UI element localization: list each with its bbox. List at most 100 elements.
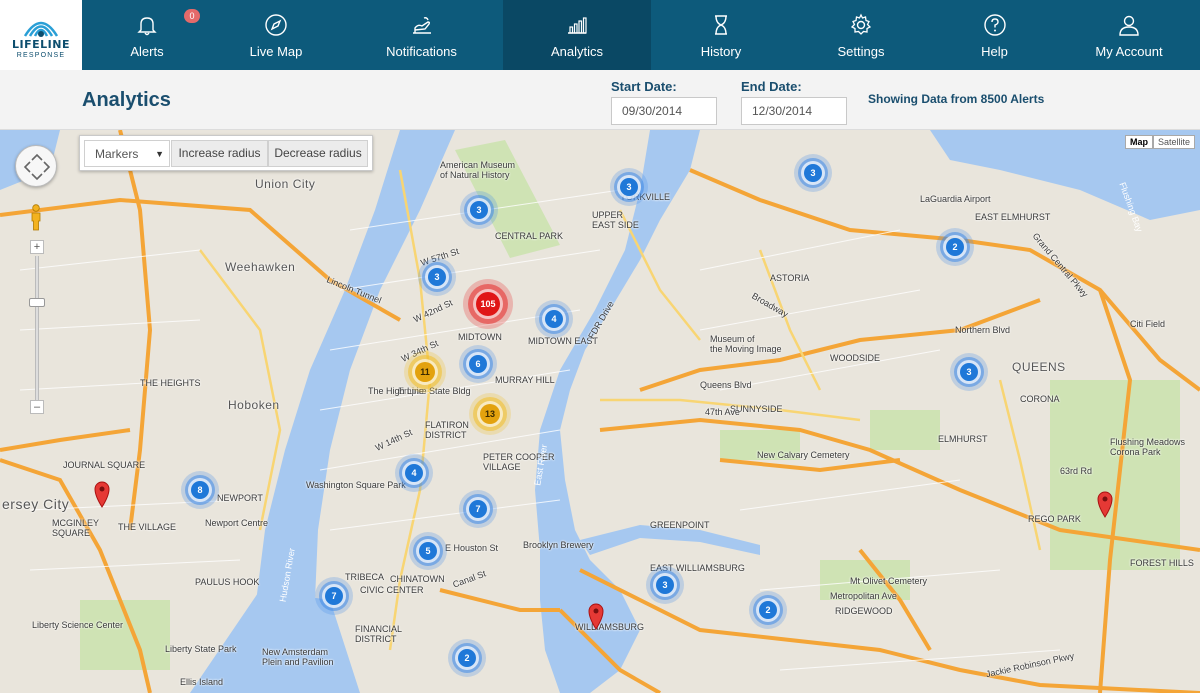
alert-cluster-marker[interactable]: 7 [469,500,487,518]
map-label: MIDTOWN [458,332,502,342]
alert-cluster-marker[interactable]: 11 [415,362,435,382]
nav-label: History [700,44,742,59]
map-type-satellite-button[interactable]: Satellite [1153,135,1195,149]
map-label: Museum of the Moving Image [710,334,782,354]
start-date-input[interactable] [611,97,717,125]
alert-cluster-marker[interactable]: 3 [960,363,978,381]
map-label: Queens Blvd [700,380,752,390]
alert-cluster-marker[interactable]: 3 [470,201,488,219]
alert-cluster-marker[interactable]: 2 [759,601,777,619]
alert-location-pin-icon[interactable] [93,480,111,508]
nav-label: Live Map [249,44,303,59]
nav-label: My Account [1095,44,1163,59]
lifeline-response-logo[interactable]: LIFELINE RESPONSE [0,0,82,70]
map-label: MCGINLEY SQUARE [52,518,100,538]
alert-cluster-marker[interactable]: 4 [405,464,423,482]
map-label: CENTRAL PARK [495,231,564,241]
alert-cluster-marker[interactable]: 4 [545,310,563,328]
nav-settings[interactable]: Settings [791,0,931,70]
alerts-count-badge: 0 [184,9,200,23]
alert-cluster-marker[interactable]: 13 [480,404,500,424]
nav-alerts[interactable]: 0 Alerts [82,0,212,70]
nav-notifications[interactable]: Notifications [340,0,503,70]
pan-arrows-icon [23,153,51,181]
zoom-slider-track[interactable] [35,256,39,404]
map-label: New Calvary Cemetery [757,450,850,460]
increase-radius-button[interactable]: Increase radius [171,140,268,167]
map-label: Citi Field [1130,319,1166,329]
street-view-pegman-icon[interactable] [29,204,43,232]
nav-label: Analytics [550,44,604,59]
alert-cluster-marker[interactable]: 3 [620,178,638,196]
page-title: Analytics [82,89,171,111]
nav-label: Help [981,44,1008,59]
alert-cluster-marker[interactable]: 2 [458,649,476,667]
map-label: THE VILLAGE [118,522,177,532]
hourglass-icon [715,15,727,35]
zoom-slider-thumb[interactable] [29,298,45,307]
end-date-input[interactable] [741,97,847,125]
alert-cluster-marker[interactable]: 6 [469,355,487,373]
dropdown-arrow-icon: ▼ [155,149,164,159]
alert-location-pin-icon[interactable] [587,602,605,630]
alert-location-pin-icon[interactable] [1096,490,1114,518]
zoom-in-button[interactable]: + [30,240,44,254]
map-label: WOODSIDE [830,353,881,363]
layer-type-select[interactable]: Markers ▼ [84,140,170,167]
nav-live-map[interactable]: Live Map [212,0,340,70]
map-type-map-button[interactable]: Map [1125,135,1153,149]
start-date-label: Start Date: [611,79,677,94]
map-label: LaGuardia Airport [920,194,991,204]
map-label: NEWPORT [217,493,263,503]
pan-control[interactable] [15,145,57,187]
alert-cluster-marker[interactable]: 105 [476,292,500,316]
nav-history[interactable]: History [651,0,791,70]
map-label: FLATIRON DISTRICT [425,420,469,440]
map-label: MIDTOWN EAST [528,336,598,346]
map-label: ASTORIA [770,273,810,283]
map-label: CIVIC CENTER [360,585,424,595]
map-label: EAST ELMHURST [975,212,1051,222]
map-label: QUEENS [1012,360,1066,374]
map-label: Northern Blvd [955,325,1011,335]
map-label: FOREST HILLS [1130,558,1194,568]
map-label: EAST WILLIAMSBURG [650,563,745,573]
nav-help[interactable]: Help [931,0,1058,70]
alert-cluster-marker[interactable]: 3 [428,268,446,286]
map-label: Liberty Science Center [32,620,124,630]
gear-icon [850,13,872,35]
map-label: PAULUS HOOK [195,577,260,587]
map-label: JOURNAL SQUARE [63,460,146,470]
alert-cluster-marker[interactable]: 7 [325,587,343,605]
map-label: Liberty State Park [165,644,237,654]
nav-analytics[interactable]: Analytics [503,0,651,70]
logo-tagline: RESPONSE [16,52,66,59]
map-label: Flushing Meadows Corona Park [1110,437,1186,457]
map-label: Hoboken [228,398,280,412]
question-icon [983,14,1006,36]
map-label: REGO PARK [1028,514,1081,524]
alerts-heat-map[interactable]: Union City Weehawken Hoboken ersey City … [0,130,1200,693]
signal-waves-logo-icon [23,21,59,37]
alert-cluster-marker[interactable]: 2 [946,238,964,256]
zoom-out-button[interactable]: – [30,400,44,414]
nav-label: Alerts [130,44,164,59]
map-label: Ellis Island [180,677,224,687]
map-label: 63rd Rd [1060,466,1093,476]
alert-cluster-marker[interactable]: 5 [419,542,437,560]
map-label: 47th Ave [705,407,740,417]
alert-cluster-marker[interactable]: 3 [804,164,822,182]
nav-my-account[interactable]: My Account [1058,0,1200,70]
alert-cluster-marker[interactable]: 8 [191,481,209,499]
compass-icon [265,14,287,36]
logo-wordmark: LIFELINE [12,38,70,51]
map-label: The High Line [368,386,425,396]
map-label: New Amsterdam Plein and Pavilion [262,647,334,667]
user-icon [1119,15,1139,36]
alert-cluster-marker[interactable]: 3 [656,576,674,594]
bar-chart-icon [568,17,587,34]
map-label: ersey City [2,496,70,512]
map-label: GREENPOINT [650,520,710,530]
decrease-radius-button[interactable]: Decrease radius [268,140,368,167]
map-label: RIDGEWOOD [835,606,893,616]
